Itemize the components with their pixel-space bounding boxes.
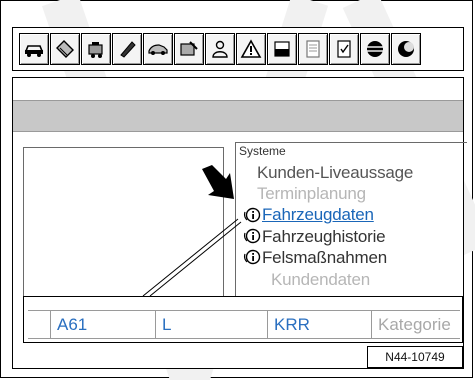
menu-item-fahrzeugdaten[interactable]: Fahrzeugdaten	[262, 205, 374, 225]
car-icon	[24, 45, 44, 57]
menu-item-fahrzeughistorie[interactable]: Fahrzeughistorie	[262, 227, 386, 247]
engine-icon	[88, 42, 103, 58]
vehicle-data-bar: A61 L KRR Kategorie	[23, 296, 463, 343]
menu-item-terminplanung: Terminplanung	[257, 184, 366, 203]
person-icon	[212, 40, 228, 58]
figure-reference: N44-10749	[367, 346, 463, 368]
gauge-icon-button[interactable]	[267, 33, 297, 65]
person-icon-button[interactable]	[205, 33, 235, 65]
gauge-icon	[274, 41, 290, 57]
engine-icon-button[interactable]	[81, 33, 111, 65]
vehicle-side-icon	[148, 44, 168, 55]
vehicle-side-icon-button[interactable]	[143, 33, 173, 65]
brush-icon	[120, 41, 136, 58]
left-panel	[23, 147, 223, 297]
menu-item-felsmassnahmen[interactable]: Felsmaßnahmen	[262, 248, 387, 268]
tag-icon-button[interactable]	[50, 33, 80, 65]
document-icon-button[interactable]	[298, 33, 328, 65]
table-cell-empty	[28, 311, 50, 338]
checklist-icon-button[interactable]	[329, 33, 359, 65]
checklist-icon	[337, 40, 351, 58]
info-icon	[244, 228, 261, 244]
menu-item-kundendaten: Kundendaten	[271, 270, 370, 289]
systeme-legend: Systeme	[238, 144, 287, 158]
warning-icon	[240, 39, 262, 58]
moon-icon-button[interactable]	[391, 33, 421, 65]
globe-icon-button[interactable]	[360, 33, 390, 65]
tag-icon	[56, 40, 74, 58]
brush-icon-button[interactable]	[112, 33, 142, 65]
car-icon-button[interactable]	[19, 33, 49, 65]
globe-icon	[367, 41, 383, 57]
arrow-icon	[202, 165, 234, 199]
table-cell: L	[155, 311, 267, 338]
header-bar	[13, 100, 463, 132]
document-icon	[306, 40, 320, 58]
vehicle-data-row: A61 L KRR Kategorie	[28, 310, 460, 339]
toolbar	[12, 27, 464, 71]
table-cell: KRR	[267, 311, 371, 338]
info-icon	[244, 207, 261, 223]
warning-icon-button[interactable]	[236, 33, 266, 65]
table-cell: Kategorie	[371, 311, 460, 338]
moon-icon	[398, 41, 414, 57]
menu-item-kunden-liveaussage[interactable]: Kunden-Liveaussage	[257, 163, 413, 183]
diagnosis-icon-button[interactable]	[174, 33, 204, 65]
info-icon	[244, 249, 261, 265]
diagnosis-icon	[180, 41, 198, 56]
table-cell: A61	[50, 311, 155, 338]
